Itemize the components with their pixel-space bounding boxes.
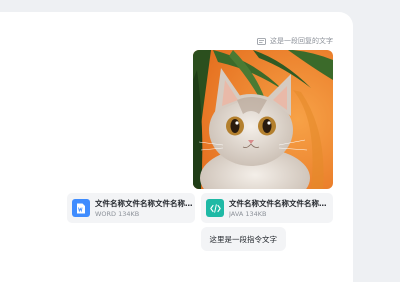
file-meta: WORD 134KB: [95, 210, 140, 218]
word-file-icon: [72, 199, 90, 217]
file-name: 文件名称文件名称文件名称文件名称: [229, 199, 327, 208]
reply-quote[interactable]: 这是一段回复的文字: [257, 36, 333, 46]
file-meta: JAVA 134KB: [229, 210, 267, 218]
image-message[interactable]: [193, 50, 333, 189]
file-card-word[interactable]: 文件名称文件名称文件名称文件名称 WORD 134KB: [67, 193, 195, 223]
file-card-java[interactable]: 文件名称文件名称文件名称文件名称 JAVA 134KB: [201, 193, 333, 223]
reply-quote-text: 这是一段回复的文字: [270, 37, 333, 45]
code-file-icon: [206, 199, 224, 217]
command-message-bubble[interactable]: 这里是一段指令文字: [200, 227, 286, 251]
file-name: 文件名称文件名称文件名称文件名称: [95, 199, 193, 208]
cat-photo: [193, 50, 333, 189]
chat-panel: 这是一段回复的文字 文件名称文件名称文件名称文 WORD 134KB 文件名称文…: [0, 12, 353, 282]
quote-icon: [257, 37, 266, 45]
